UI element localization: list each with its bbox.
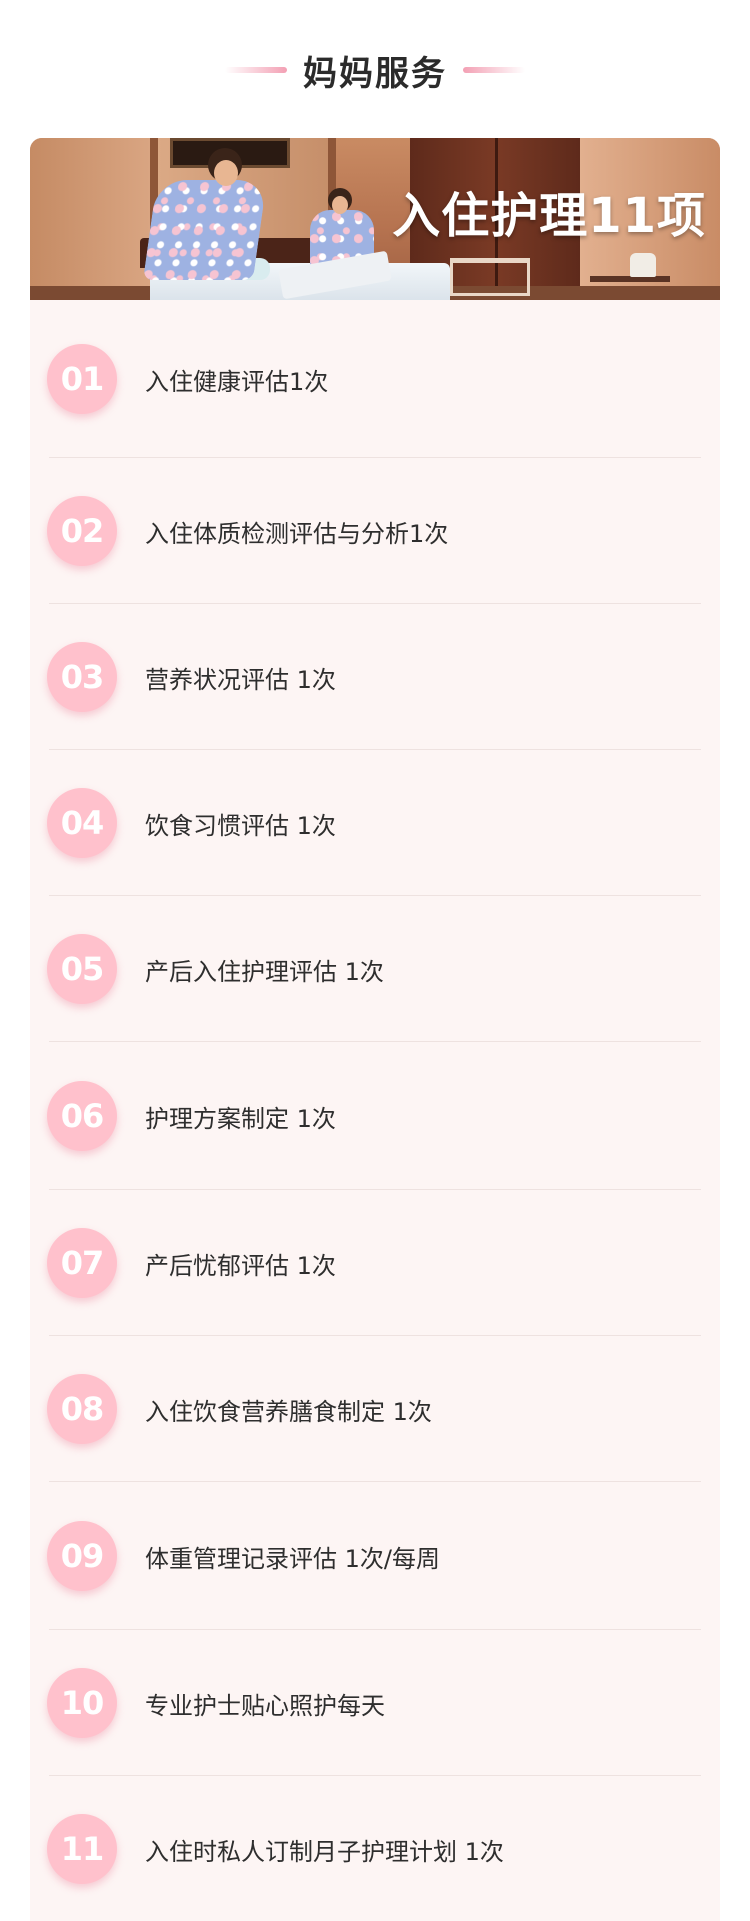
item-label: 产后入住护理评估 1次 <box>145 957 384 986</box>
item-label: 体重管理记录评估 1次/每周 <box>145 1544 440 1573</box>
list-item: 03 营养状况评估 1次 <box>30 604 720 750</box>
section-header: 妈妈服务 <box>0 42 750 98</box>
item-number-badge: 05 <box>47 934 117 1004</box>
item-label: 护理方案制定 1次 <box>145 1104 336 1133</box>
service-card: 入住护理11项 01 入住健康评估1次 02 入住体质检测评估与分析1次 03 … <box>30 138 720 1921</box>
list-item: 08 入住饮食营养膳食制定 1次 <box>30 1336 720 1482</box>
item-number-badge: 02 <box>47 496 117 566</box>
list-item: 06 护理方案制定 1次 <box>30 1042 720 1190</box>
title-decoration-right <box>463 67 525 73</box>
banner-image: 入住护理11项 <box>30 138 720 300</box>
item-number-badge: 04 <box>47 788 117 858</box>
list-item: 04 饮食习惯评估 1次 <box>30 750 720 896</box>
list-item: 07 产后忧郁评估 1次 <box>30 1190 720 1336</box>
nurse-figure <box>130 146 280 300</box>
service-list: 01 入住健康评估1次 02 入住体质检测评估与分析1次 03 营养状况评估 1… <box>30 300 720 1921</box>
item-label: 入住饮食营养膳食制定 1次 <box>145 1397 432 1426</box>
item-number-badge: 06 <box>47 1081 117 1151</box>
item-label: 入住时私人订制月子护理计划 1次 <box>145 1837 504 1866</box>
item-number-badge: 10 <box>47 1668 117 1738</box>
item-label: 专业护士贴心照护每天 <box>145 1691 385 1720</box>
banner-title: 入住护理11项 <box>392 188 706 244</box>
crib-illustration <box>450 258 530 296</box>
list-item: 02 入住体质检测评估与分析1次 <box>30 458 720 604</box>
list-item: 05 产后入住护理评估 1次 <box>30 896 720 1042</box>
item-label: 入住健康评估1次 <box>145 367 329 396</box>
item-number-badge: 03 <box>47 642 117 712</box>
item-number-badge: 08 <box>47 1374 117 1444</box>
item-label: 饮食习惯评估 1次 <box>145 811 336 840</box>
list-item: 01 入住健康评估1次 <box>30 300 720 458</box>
item-label: 产后忧郁评估 1次 <box>145 1251 336 1280</box>
list-item: 09 体重管理记录评估 1次/每周 <box>30 1482 720 1630</box>
item-number-badge: 01 <box>47 344 117 414</box>
list-item: 11 入住时私人订制月子护理计划 1次 <box>30 1776 720 1921</box>
item-number-badge: 07 <box>47 1228 117 1298</box>
section-title: 妈妈服务 <box>303 53 447 94</box>
item-number-badge: 11 <box>47 1814 117 1884</box>
list-item: 10 专业护士贴心照护每天 <box>30 1630 720 1776</box>
item-label: 入住体质检测评估与分析1次 <box>145 519 449 548</box>
title-decoration-left <box>225 67 287 73</box>
item-label: 营养状况评估 1次 <box>145 665 336 694</box>
item-number-badge: 09 <box>47 1521 117 1591</box>
